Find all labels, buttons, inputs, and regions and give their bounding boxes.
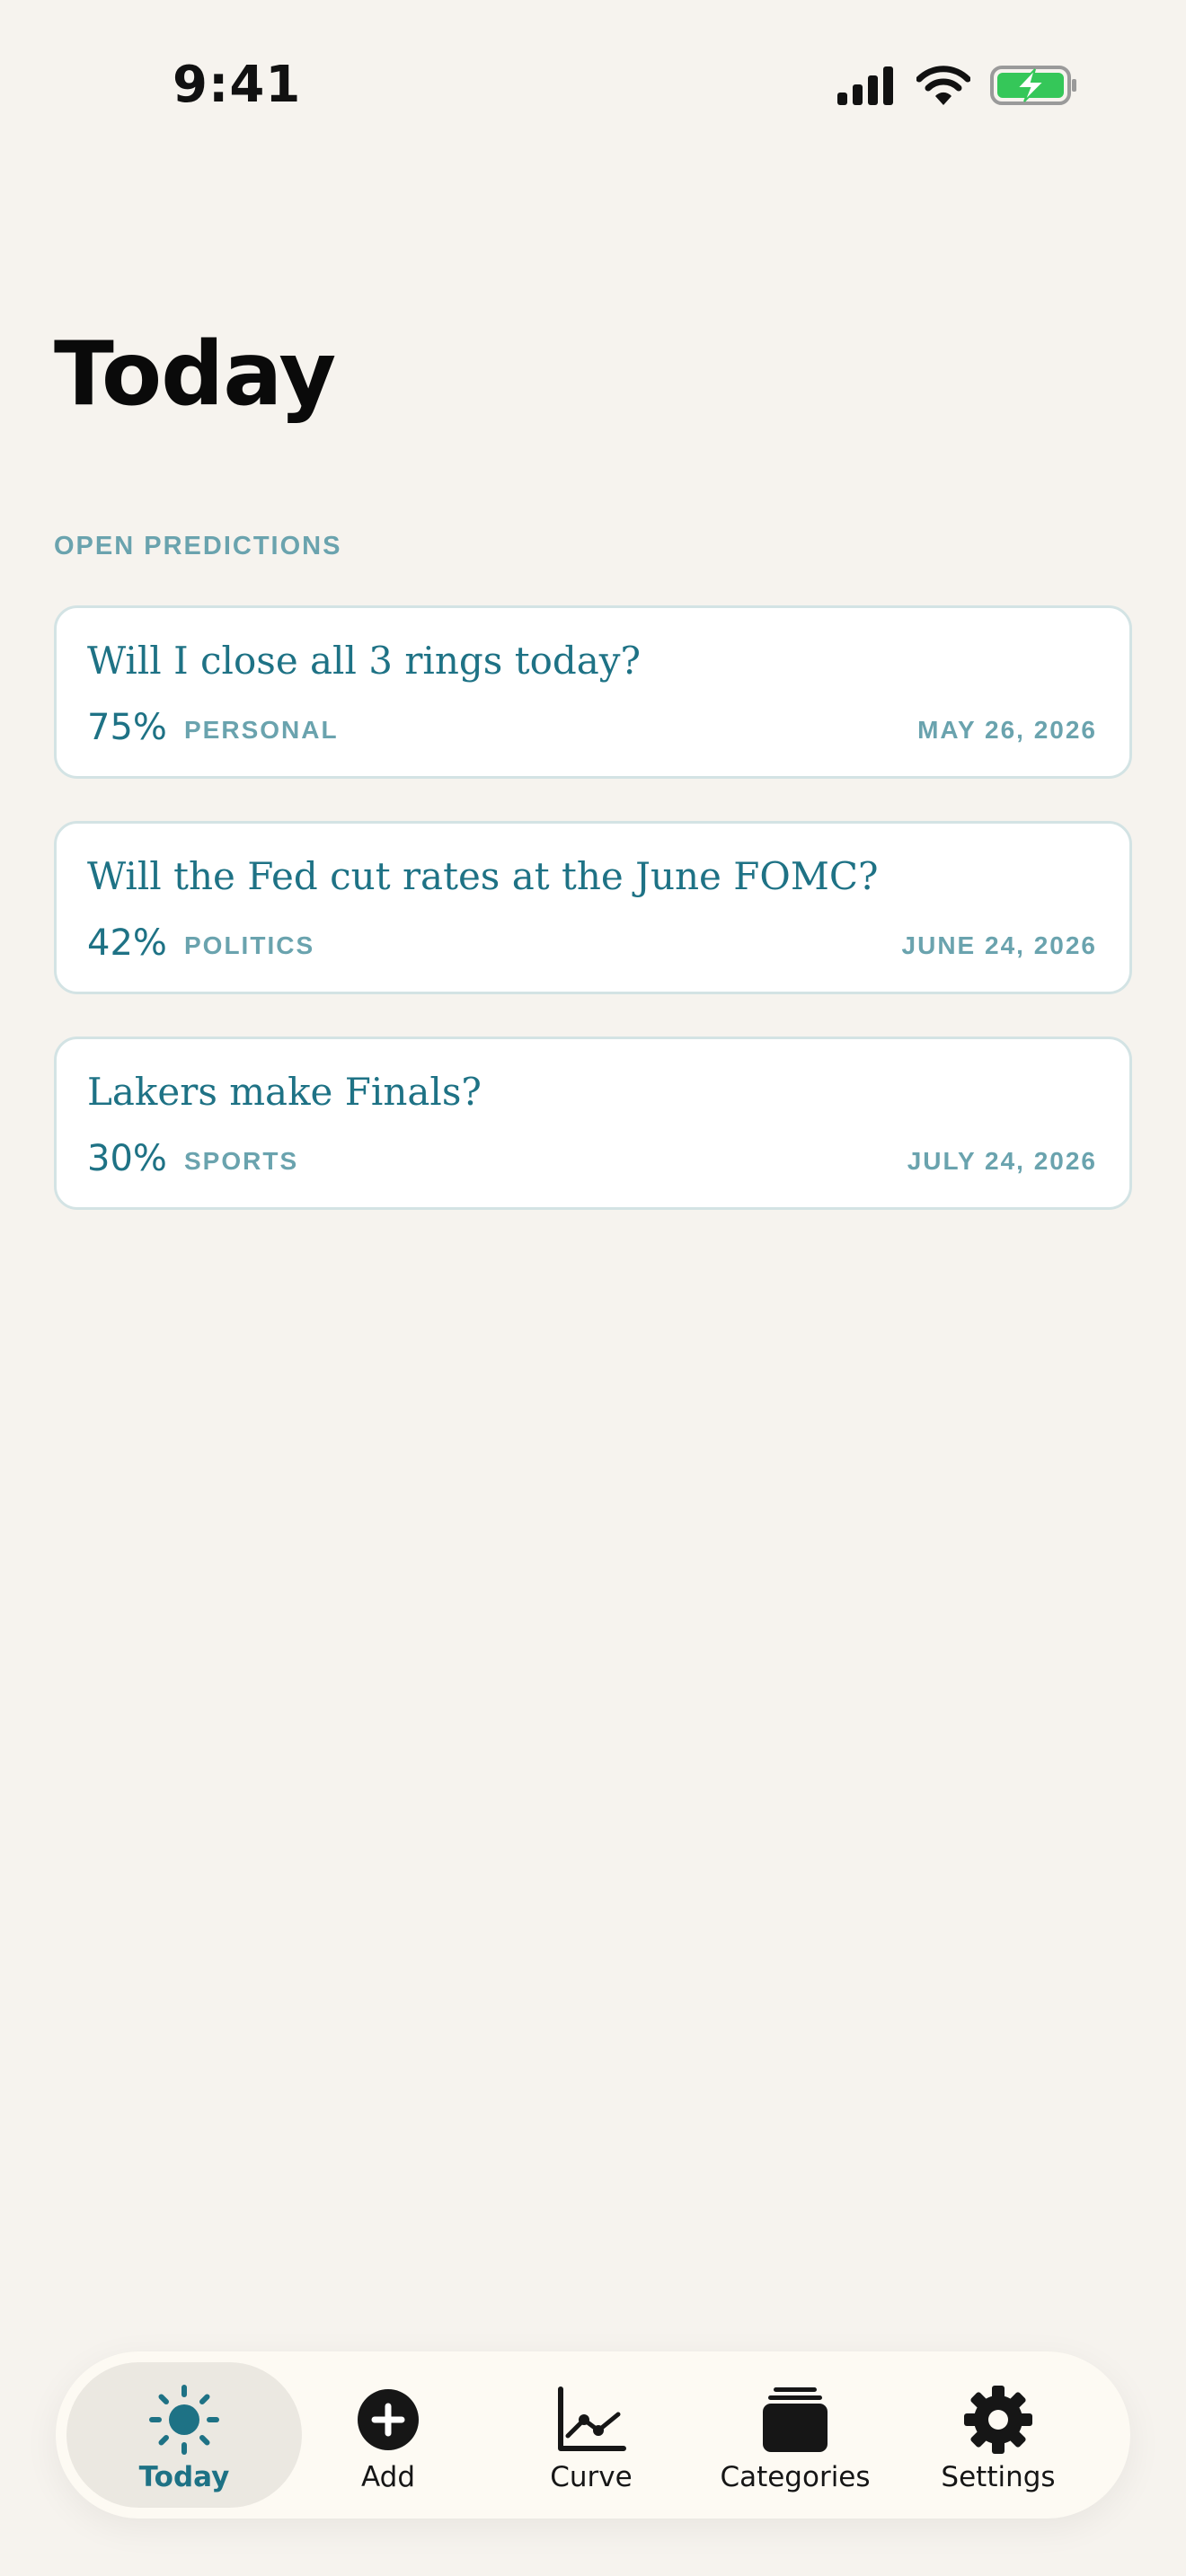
tab-label: Today <box>138 2461 230 2493</box>
cellular-signal-icon <box>836 66 897 110</box>
tab-add[interactable]: Add <box>270 2362 506 2508</box>
tab-today[interactable]: Today <box>66 2362 302 2508</box>
sun-icon <box>148 2384 220 2456</box>
tab-label: Curve <box>550 2461 633 2493</box>
tab-curve[interactable]: Curve <box>474 2362 709 2508</box>
tab-settings[interactable]: Settings <box>881 2362 1116 2508</box>
plus-circle-icon <box>352 2384 424 2456</box>
prediction-date: JUNE 24, 2026 <box>901 931 1097 959</box>
page-title: Today <box>54 323 336 426</box>
prediction-meta: 75% PERSONAL MAY 26, 2026 <box>87 707 1097 752</box>
prediction-probability: 42% <box>87 922 167 964</box>
gear-icon <box>962 2384 1034 2456</box>
prediction-card[interactable]: Will the Fed cut rates at the June FOMC?… <box>54 821 1132 994</box>
battery-charging-icon <box>990 65 1078 110</box>
prediction-date: MAY 26, 2026 <box>917 716 1097 744</box>
tab-label: Settings <box>941 2461 1056 2493</box>
chart-line-icon <box>555 2384 627 2456</box>
prediction-category: PERSONAL <box>184 716 339 744</box>
prediction-question: Will the Fed cut rates at the June FOMC? <box>87 854 879 898</box>
prediction-card[interactable]: Will I close all 3 rings today? 75% PERS… <box>54 605 1132 779</box>
today-screen: 9:41 Today OPEN PREDICTIONS Will I close… <box>0 0 1186 2576</box>
prediction-date: JULY 24, 2026 <box>907 1147 1097 1175</box>
tab-label: Categories <box>720 2461 871 2493</box>
prediction-question: Will I close all 3 rings today? <box>87 639 642 683</box>
prediction-meta: 30% SPORTS JULY 24, 2026 <box>87 1138 1097 1183</box>
prediction-meta: 42% POLITICS JUNE 24, 2026 <box>87 922 1097 967</box>
status-time: 9:41 <box>173 56 302 114</box>
tab-categories[interactable]: Categories <box>677 2362 913 2508</box>
prediction-probability: 75% <box>87 707 167 748</box>
prediction-probability: 30% <box>87 1138 167 1179</box>
tab-bar: Today Add Curve Categories Settings <box>56 2351 1130 2519</box>
prediction-question: Lakers make Finals? <box>87 1070 482 1114</box>
tab-label: Add <box>360 2461 416 2493</box>
stack-icon <box>759 2384 831 2456</box>
prediction-category: POLITICS <box>184 931 315 959</box>
status-icons <box>836 65 1078 110</box>
prediction-card[interactable]: Lakers make Finals? 30% SPORTS JULY 24, … <box>54 1037 1132 1210</box>
wifi-icon <box>916 66 971 110</box>
prediction-category: SPORTS <box>184 1147 299 1175</box>
section-label-open-predictions: OPEN PREDICTIONS <box>54 532 342 560</box>
